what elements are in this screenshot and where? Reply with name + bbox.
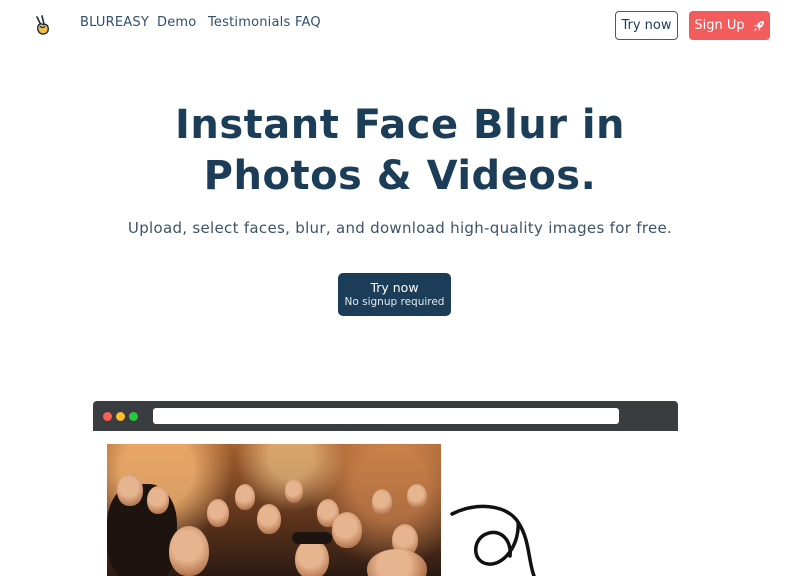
crowd-photo xyxy=(107,444,441,576)
top-navbar: BLUREASY Demo Testimonials FAQ Try now S… xyxy=(0,0,800,50)
victory-hand-icon[interactable] xyxy=(34,14,52,36)
landing-page: BLUREASY Demo Testimonials FAQ Try now S… xyxy=(0,0,800,576)
brand-link[interactable]: BLUREASY xyxy=(80,15,149,30)
cta-label: Try now xyxy=(370,280,419,295)
face xyxy=(169,526,209,576)
rocket-icon xyxy=(753,20,764,31)
cta-sublabel: No signup required xyxy=(344,296,445,308)
maximize-dot-icon xyxy=(129,412,138,421)
address-bar xyxy=(153,408,619,424)
sign-up-button[interactable]: Sign Up xyxy=(689,11,770,40)
face xyxy=(295,539,329,576)
close-dot-icon xyxy=(103,412,112,421)
nav-link-testimonials[interactable]: Testimonials xyxy=(208,15,290,30)
browser-window-bar xyxy=(93,401,678,431)
face xyxy=(257,504,281,534)
face xyxy=(235,484,255,510)
try-now-nav-button[interactable]: Try now xyxy=(615,11,678,40)
hero-subtitle: Upload, select faces, blur, and download… xyxy=(127,219,673,237)
face xyxy=(372,489,392,515)
nav-link-demo[interactable]: Demo xyxy=(157,15,196,30)
cap xyxy=(292,532,332,544)
hero-title: Instant Face Blur in Photos & Videos. xyxy=(0,100,800,202)
face xyxy=(147,486,169,514)
try-now-cta-button[interactable]: Try now No signup required xyxy=(338,273,451,316)
face xyxy=(332,512,362,548)
face xyxy=(407,484,427,508)
hero-title-line1: Instant Face Blur in xyxy=(174,102,626,148)
face xyxy=(207,499,229,527)
face xyxy=(117,474,143,506)
face xyxy=(367,549,427,576)
hero-title-line2: Photos & Videos. xyxy=(203,153,597,199)
minimize-dot-icon xyxy=(116,412,125,421)
sign-up-label: Sign Up xyxy=(694,18,745,33)
face xyxy=(285,479,303,503)
swirl-arrow-icon xyxy=(450,504,536,576)
nav-link-faq[interactable]: FAQ xyxy=(295,15,321,30)
try-now-nav-label: Try now xyxy=(621,18,672,33)
